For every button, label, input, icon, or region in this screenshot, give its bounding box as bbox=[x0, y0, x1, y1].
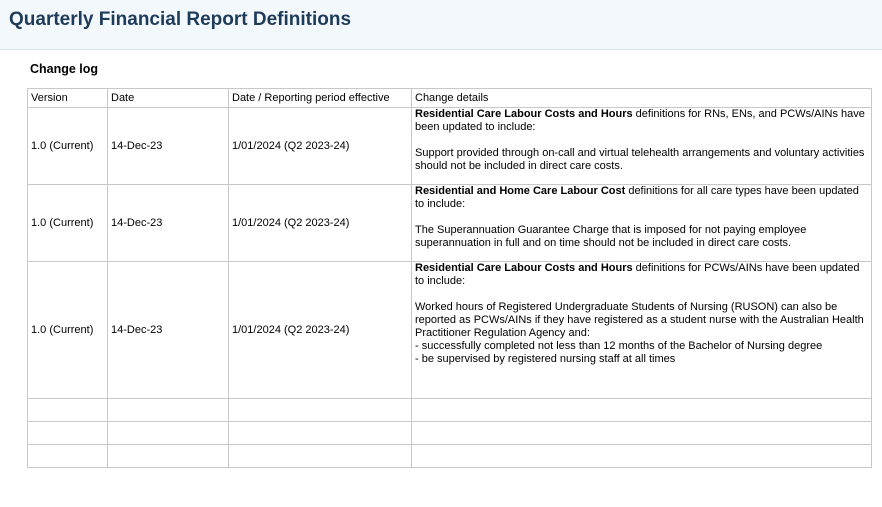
details-body: Support provided through on-call and vir… bbox=[415, 147, 865, 172]
details-cell: Residential and Home Care Labour Cost de… bbox=[411, 184, 872, 262]
details-cell: Residential Care Labour Costs and Hours … bbox=[411, 261, 872, 399]
table-row: 1.0 (Current) 14-Dec-23 1/01/2024 (Q2 20… bbox=[27, 107, 872, 185]
empty-row bbox=[27, 421, 872, 445]
effective-cell: 1/01/2024 (Q2 2023-24) bbox=[228, 184, 412, 262]
details-bullet: - be supervised by registered nursing st… bbox=[415, 353, 676, 365]
version-cell: 1.0 (Current) bbox=[27, 261, 108, 399]
column-header-details: Change details bbox=[411, 88, 872, 108]
changelog-heading: Change log bbox=[30, 62, 99, 76]
empty-row bbox=[27, 398, 872, 422]
details-cell: Residential Care Labour Costs and Hours … bbox=[411, 107, 872, 185]
table-header-row: Version Date Date / Reporting period eff… bbox=[27, 88, 872, 108]
page-title: Quarterly Financial Report Definitions bbox=[9, 9, 352, 30]
details-bold: Residential Care Labour Costs and Hours bbox=[415, 108, 633, 120]
column-header-version: Version bbox=[27, 88, 108, 108]
empty-row bbox=[27, 444, 872, 468]
details-body: Worked hours of Registered Undergraduate… bbox=[415, 301, 864, 339]
details-intro: Residential Care Labour Costs and Hours … bbox=[415, 262, 868, 288]
column-header-date: Date bbox=[107, 88, 229, 108]
details-bold: Residential Care Labour Costs and Hours bbox=[415, 262, 633, 274]
effective-cell: 1/01/2024 (Q2 2023-24) bbox=[228, 261, 412, 399]
column-header-effective: Date / Reporting period effective bbox=[228, 88, 412, 108]
details-body: The Superannuation Guarantee Charge that… bbox=[415, 224, 807, 249]
table-row: 1.0 (Current) 14-Dec-23 1/01/2024 (Q2 20… bbox=[27, 261, 872, 399]
version-cell: 1.0 (Current) bbox=[27, 184, 108, 262]
details-bullet: - successfully completed not less than 1… bbox=[415, 340, 823, 352]
table-row: 1.0 (Current) 14-Dec-23 1/01/2024 (Q2 20… bbox=[27, 184, 872, 262]
date-cell: 14-Dec-23 bbox=[107, 261, 229, 399]
effective-cell: 1/01/2024 (Q2 2023-24) bbox=[228, 107, 412, 185]
version-cell: 1.0 (Current) bbox=[27, 107, 108, 185]
title-bar: Quarterly Financial Report Definitions bbox=[0, 0, 882, 50]
details-bold: Residential and Home Care Labour Cost bbox=[415, 185, 626, 197]
date-cell: 14-Dec-23 bbox=[107, 107, 229, 185]
changelog-table: Version Date Date / Reporting period eff… bbox=[27, 88, 872, 468]
details-intro: Residential Care Labour Costs and Hours … bbox=[415, 108, 868, 134]
details-intro: Residential and Home Care Labour Cost de… bbox=[415, 185, 868, 211]
date-cell: 14-Dec-23 bbox=[107, 184, 229, 262]
